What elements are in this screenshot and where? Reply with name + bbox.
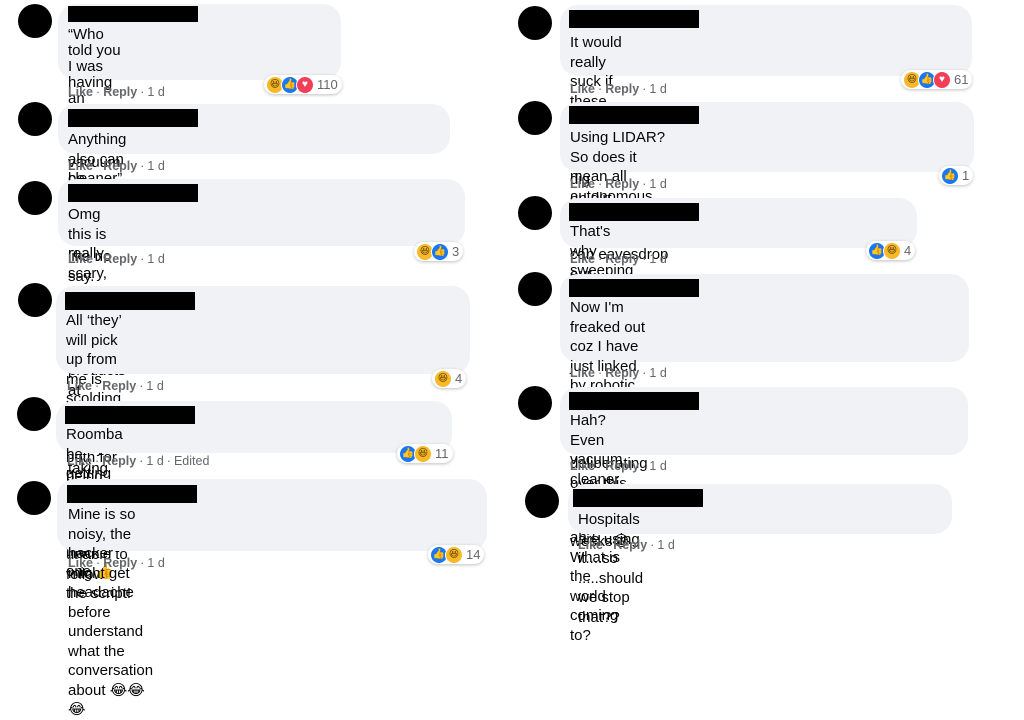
reaction-count: 4	[904, 243, 912, 258]
reply-link[interactable]: Reply	[102, 454, 136, 468]
redacted-author-name[interactable]	[68, 6, 198, 22]
redacted-author-name[interactable]	[65, 406, 195, 424]
reaction-summary[interactable]: 😆 👍 3	[414, 242, 464, 261]
reply-link[interactable]: Reply	[605, 252, 639, 266]
avatar[interactable]	[18, 102, 52, 136]
reaction-summary[interactable]: 😆 👍 ♥ 110	[264, 75, 342, 94]
like-link[interactable]: Like	[570, 177, 595, 191]
redacted-author-name[interactable]	[569, 279, 699, 297]
like-icon: 👍	[941, 166, 959, 185]
timestamp[interactable]: 1 d	[649, 252, 666, 266]
redacted-author-name[interactable]	[68, 109, 198, 127]
reaction-summary[interactable]: 👍 1	[939, 166, 974, 185]
reaction-count: 61	[954, 72, 969, 87]
like-link[interactable]: Like	[578, 538, 603, 552]
like-icon: 👍	[431, 242, 449, 261]
reaction-count: 4	[455, 371, 463, 386]
comment-actions: Like · Reply · 1 d	[578, 538, 675, 552]
avatar[interactable]	[525, 484, 559, 518]
timestamp[interactable]: 1 d	[649, 366, 666, 380]
redacted-author-name[interactable]	[569, 203, 699, 221]
avatar[interactable]	[18, 4, 52, 38]
reaction-count: 1	[962, 168, 970, 183]
comment-actions: Like · Reply · 1 d	[68, 159, 165, 173]
reaction-summary[interactable]: 👍 😆 11	[397, 444, 453, 463]
redacted-author-name[interactable]	[65, 292, 195, 310]
reply-link[interactable]: Reply	[102, 379, 136, 393]
timestamp[interactable]: 1 d	[649, 82, 666, 96]
reaction-count: 3	[452, 244, 460, 259]
edited-label[interactable]: Edited	[174, 454, 209, 468]
reply-link[interactable]: Reply	[605, 82, 639, 96]
comment-actions: Like · Reply · 1 d	[67, 379, 164, 393]
comment-actions: Like · Reply · 1 d	[570, 252, 667, 266]
like-link[interactable]: Like	[68, 85, 93, 99]
comment-actions: Like · Reply · 1 d	[570, 366, 667, 380]
timestamp[interactable]: 1 d	[649, 177, 666, 191]
reaction-summary[interactable]: 👍 😆 14	[428, 545, 485, 564]
comment-actions: Like · Reply · 1 d	[570, 459, 667, 473]
redacted-author-name[interactable]	[573, 489, 703, 507]
timestamp[interactable]: 1 d	[657, 538, 674, 552]
reply-link[interactable]: Reply	[605, 366, 639, 380]
like-link[interactable]: Like	[570, 82, 595, 96]
avatar[interactable]	[518, 101, 552, 135]
comment-actions: Like · Reply · 1 d · Edited	[67, 454, 210, 468]
like-link[interactable]: Like	[68, 252, 93, 266]
comment-text: Mine is so noisy, the hacker might get h…	[68, 506, 154, 718]
redacted-author-name[interactable]	[68, 184, 198, 202]
like-link[interactable]: Like	[570, 459, 595, 473]
timestamp[interactable]: 1 d	[147, 159, 164, 173]
redacted-author-name[interactable]	[569, 392, 699, 410]
comment-actions: Like · Reply · 1 d	[68, 85, 165, 99]
redacted-author-name[interactable]	[67, 485, 197, 503]
reply-link[interactable]: Reply	[613, 538, 647, 552]
comment-actions: Like · Reply · 1 d	[68, 252, 165, 266]
like-link[interactable]: Like	[68, 556, 93, 570]
avatar[interactable]	[518, 272, 552, 306]
like-link[interactable]: Like	[68, 159, 93, 173]
reply-link[interactable]: Reply	[103, 556, 137, 570]
timestamp[interactable]: 1 d	[147, 252, 164, 266]
avatar[interactable]	[18, 283, 52, 317]
reaction-summary[interactable]: 👍 😆 4	[866, 241, 916, 260]
redacted-author-name[interactable]	[569, 10, 699, 28]
like-link[interactable]: Like	[67, 454, 92, 468]
timestamp[interactable]: 1 d	[146, 379, 163, 393]
reply-link[interactable]: Reply	[103, 85, 137, 99]
haha-icon: 😆	[414, 444, 432, 463]
comment-actions: Like · Reply · 1 d	[570, 82, 667, 96]
haha-icon: 😆	[883, 241, 901, 260]
like-link[interactable]: Like	[570, 366, 595, 380]
avatar[interactable]	[518, 386, 552, 420]
like-link[interactable]: Like	[570, 252, 595, 266]
comment-actions: Like · Reply · 1 d	[68, 556, 165, 570]
timestamp[interactable]: 1 d	[147, 556, 164, 570]
avatar[interactable]	[17, 481, 51, 515]
reaction-summary[interactable]: 😆 4	[432, 369, 467, 388]
avatar[interactable]	[518, 6, 552, 40]
comment-text: Hospitals are using it....so .....should…	[578, 511, 644, 626]
redacted-author-name[interactable]	[569, 106, 699, 124]
timestamp[interactable]: 1 d	[649, 459, 666, 473]
haha-icon: 😆	[434, 369, 452, 388]
reaction-count: 11	[435, 446, 449, 461]
avatar[interactable]	[18, 181, 52, 215]
timestamp[interactable]: 1 d	[146, 454, 163, 468]
reaction-summary[interactable]: 😆 👍 ♥ 61	[901, 70, 973, 89]
avatar[interactable]	[17, 397, 51, 431]
reply-link[interactable]: Reply	[103, 159, 137, 173]
reply-link[interactable]: Reply	[103, 252, 137, 266]
avatar[interactable]	[518, 196, 552, 230]
love-icon: ♥	[933, 70, 951, 89]
haha-icon: 😆	[445, 545, 463, 564]
love-icon: ♥	[296, 75, 314, 94]
like-link[interactable]: Like	[67, 379, 92, 393]
reaction-count: 110	[317, 77, 338, 92]
comment-actions: Like · Reply · 1 d	[570, 177, 667, 191]
reaction-count: 14	[466, 547, 481, 562]
reply-link[interactable]: Reply	[605, 459, 639, 473]
timestamp[interactable]: 1 d	[147, 85, 164, 99]
reply-link[interactable]: Reply	[605, 177, 639, 191]
